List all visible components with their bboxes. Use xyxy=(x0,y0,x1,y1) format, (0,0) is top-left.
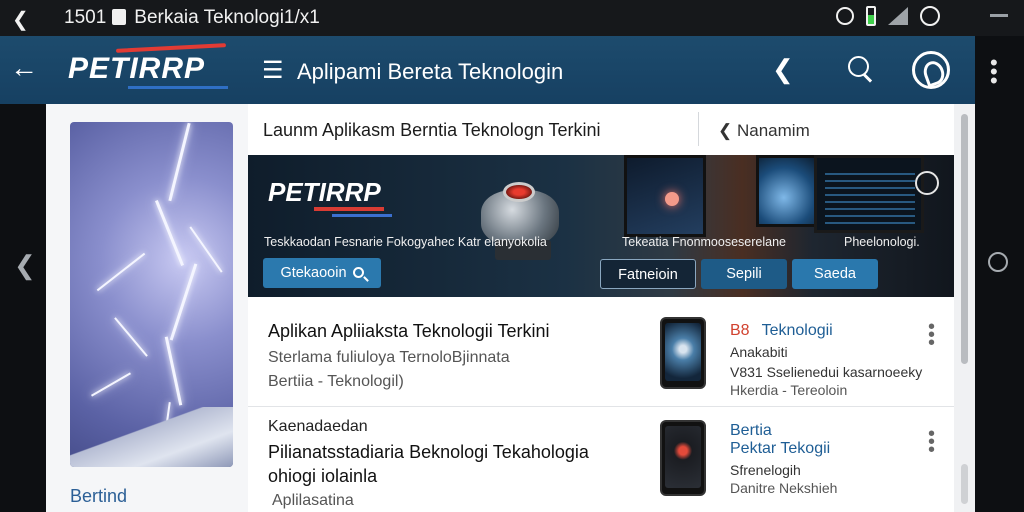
clock-icon xyxy=(836,7,854,25)
logo-text: PETIRRP xyxy=(68,52,206,85)
banner-button-b[interactable]: Sepili xyxy=(701,259,787,289)
article-label: Kaenadaedan xyxy=(268,418,368,435)
article-title: Pilianatsstadiaria Beknologi Tekahologia xyxy=(268,442,589,462)
header-nav-link[interactable]: ❮ Nanamim xyxy=(718,121,810,141)
scrollbar-thumb[interactable] xyxy=(961,114,968,364)
window-title: Berkaia Teknologi1/x1 xyxy=(134,7,320,28)
meta-line-1: Pektar Tekogii xyxy=(730,440,831,457)
phone-thumbnail xyxy=(660,317,706,389)
article-subtitle: Sterlama fuliuloya TernoloBjinnata xyxy=(268,349,510,366)
article-category: Bertiia - Teknologil) xyxy=(268,373,404,390)
status-icons xyxy=(836,6,940,26)
status-bar: ❮ 1501 Berkaia Teknologi1/x1 xyxy=(0,0,1024,36)
scrollbar-thumb-lower xyxy=(961,464,968,504)
back-icon[interactable]: ❮ xyxy=(12,7,29,32)
header-divider xyxy=(698,112,699,146)
banner-logo-stripe-2 xyxy=(332,214,392,217)
article-meta: Bertia Pektar Tekogii Sfrenelogih Danitr… xyxy=(730,422,837,496)
banner-search-button[interactable]: Gtekaooin xyxy=(263,258,381,288)
menu-icon[interactable]: ☰ xyxy=(262,56,284,85)
time: 1501 xyxy=(64,7,107,28)
list-item[interactable]: Kaenadaedan Pilianatsstadiaria Beknologi… xyxy=(248,414,954,512)
app-bar: ← PETIRRP ☰ Aplipami Bereta Teknologin ❮ xyxy=(0,36,975,104)
more-vert-icon[interactable]: • • • xyxy=(928,424,935,460)
banner-button-outline[interactable]: Fatneioin xyxy=(600,259,696,289)
article-meta: B8 Teknologii Anakabiti V831 Sselienedui … xyxy=(730,322,922,398)
content-header: Launm Aplikasm Berntia Teknologn Terkini… xyxy=(248,104,954,156)
article-title-2: ohiogi iolainla xyxy=(268,466,378,486)
chevron-left-icon: ❮ xyxy=(718,121,733,140)
logo-underline xyxy=(128,86,228,89)
main-content: Launm Aplikasm Berntia Teknologn Terkini… xyxy=(248,104,954,512)
app-logo[interactable]: PETIRRP xyxy=(68,43,228,89)
phone-thumbnail xyxy=(660,420,706,496)
side-panel-label[interactable]: Bertind xyxy=(70,486,127,507)
search-icon xyxy=(352,267,364,278)
banner-tagline-1: Teskkaodan Fesnarie Fokogyahec Katr elan… xyxy=(264,235,547,249)
ring-icon xyxy=(915,171,939,195)
list-item[interactable]: Aplikan Apliiaksta Teknologii Terkini St… xyxy=(248,309,954,407)
scrollbar[interactable] xyxy=(954,104,975,512)
app-title: Aplipami Bereta Teknologin xyxy=(297,59,564,84)
home-circle-icon[interactable] xyxy=(988,252,1008,272)
camera-illustration xyxy=(473,170,583,265)
meta-badge: B8 xyxy=(730,322,750,339)
sim-icon xyxy=(112,9,127,25)
banner-logo-stripe xyxy=(314,207,384,211)
banner-search-label: Gtekaooin xyxy=(280,265,347,281)
meta-line-1: Anakabiti xyxy=(730,344,788,360)
signal-icon xyxy=(888,7,908,25)
hero-banner[interactable]: PETIRRP Teskkaodan Fesnarie Fokogyahec K… xyxy=(248,155,954,297)
lightning-image[interactable] xyxy=(70,122,233,467)
banner-tagline-2: Tekeatia Fnonmooseserelane xyxy=(622,235,786,249)
meta-line-2: V831 Sselienedui kasarnoeeky xyxy=(730,364,923,380)
minimize-icon[interactable] xyxy=(990,14,1008,17)
page-title: Launm Aplikasm Berntia Teknologn Terkini xyxy=(263,120,601,140)
screen: ❮ 1501 Berkaia Teknologi1/x1 ← PETIRRP ☰ … xyxy=(0,0,1024,512)
share-icon[interactable]: ❮ xyxy=(772,54,794,85)
header-nav-label: Nanamim xyxy=(736,121,810,140)
profile-icon[interactable] xyxy=(912,51,950,89)
alarm-icon xyxy=(920,6,940,26)
article-subtitle: Aplilasatina xyxy=(272,492,354,509)
meta-line-3: Danitre Nekshieh xyxy=(730,480,838,496)
banner-logo: PETIRRP xyxy=(268,177,381,207)
more-vert-icon[interactable]: • • • xyxy=(928,317,935,353)
meta-title: Bertia xyxy=(730,422,772,439)
meta-title: Teknologii xyxy=(761,322,833,339)
mountain-shape xyxy=(70,407,233,467)
banner-tagline-3: Pheelonologi. xyxy=(844,235,920,249)
status-title: 1501 Berkaia Teknologi1/x1 xyxy=(64,7,320,29)
meta-line-2: Sfrenelogih xyxy=(730,462,801,478)
meta-line-3: Hkerdia - Tereoloin xyxy=(730,382,848,398)
more-vert-icon[interactable]: • • • xyxy=(990,52,998,92)
side-panel: Bertind xyxy=(46,104,248,512)
article-title: Aplikan Apliiaksta Teknologii Terkini xyxy=(268,321,550,341)
monitor-illustration-3 xyxy=(814,155,924,233)
prev-page-icon[interactable]: ❮ xyxy=(14,250,36,281)
battery-icon xyxy=(866,6,876,26)
monitor-illustration-1 xyxy=(624,155,706,237)
back-arrow-icon[interactable]: ← xyxy=(10,54,38,82)
banner-button-c[interactable]: Saeda xyxy=(792,259,878,289)
